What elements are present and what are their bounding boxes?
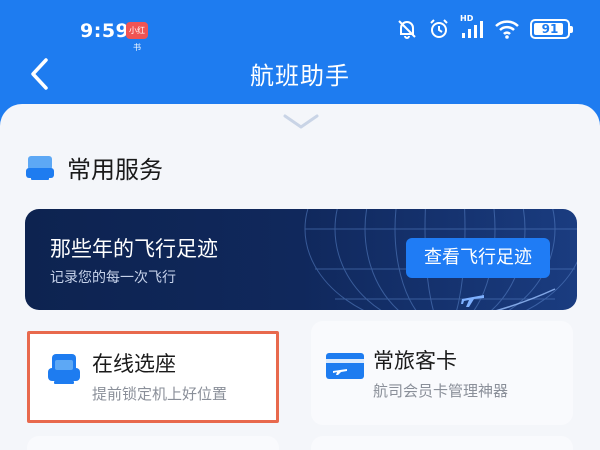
card-subtitle: 航司会员卡管理神器 xyxy=(373,382,509,400)
nav-bar: 航班助手 xyxy=(0,50,600,100)
page-title: 航班助手 xyxy=(250,62,350,90)
membership-card-icon xyxy=(326,353,364,379)
wifi-icon xyxy=(494,18,520,40)
seat-icon xyxy=(48,354,80,384)
status-icons: HD 91 xyxy=(396,14,573,40)
service-card-peek xyxy=(311,436,573,450)
seat-service-icon xyxy=(26,155,54,180)
network-type-label: HD xyxy=(460,14,474,23)
battery-percentage: 91 xyxy=(541,22,559,36)
section-title: 常用服务 xyxy=(67,156,163,184)
service-card-peek xyxy=(27,436,279,450)
chevron-down-icon[interactable] xyxy=(282,112,320,132)
airplane-icon xyxy=(461,295,484,307)
app-notification-badge: 小红书 xyxy=(126,22,148,52)
card-subtitle: 提前锁定机上好位置 xyxy=(92,385,228,403)
frequent-flyer-card[interactable]: 常旅客卡 航司会员卡管理神器 xyxy=(311,321,573,425)
online-seat-selection-card[interactable]: 在线选座 提前锁定机上好位置 xyxy=(27,331,279,423)
view-flight-history-button[interactable]: 查看飞行足迹 xyxy=(406,238,550,278)
card-title: 在线选座 xyxy=(92,352,176,376)
service-sheet: 常用服务 那些年的飞行足迹 记录您的每一次飞行 查看飞行足迹 在线选座 提前锁定… xyxy=(0,104,600,450)
flight-history-banner[interactable]: 那些年的飞行足迹 记录您的每一次飞行 查看飞行足迹 xyxy=(25,209,577,310)
banner-title: 那些年的飞行足迹 xyxy=(50,237,218,261)
battery-icon: 91 xyxy=(530,19,573,39)
cellular-signal-icon: HD xyxy=(460,14,484,40)
mute-bell-icon xyxy=(396,18,418,40)
status-bar: 9:59 小红书 HD 91 xyxy=(0,0,600,52)
status-time: 9:59 xyxy=(80,20,130,42)
banner-subtitle: 记录您的每一次飞行 xyxy=(50,270,176,286)
alarm-clock-icon xyxy=(428,18,450,40)
card-title: 常旅客卡 xyxy=(373,349,457,373)
section-header: 常用服务 xyxy=(25,150,163,185)
